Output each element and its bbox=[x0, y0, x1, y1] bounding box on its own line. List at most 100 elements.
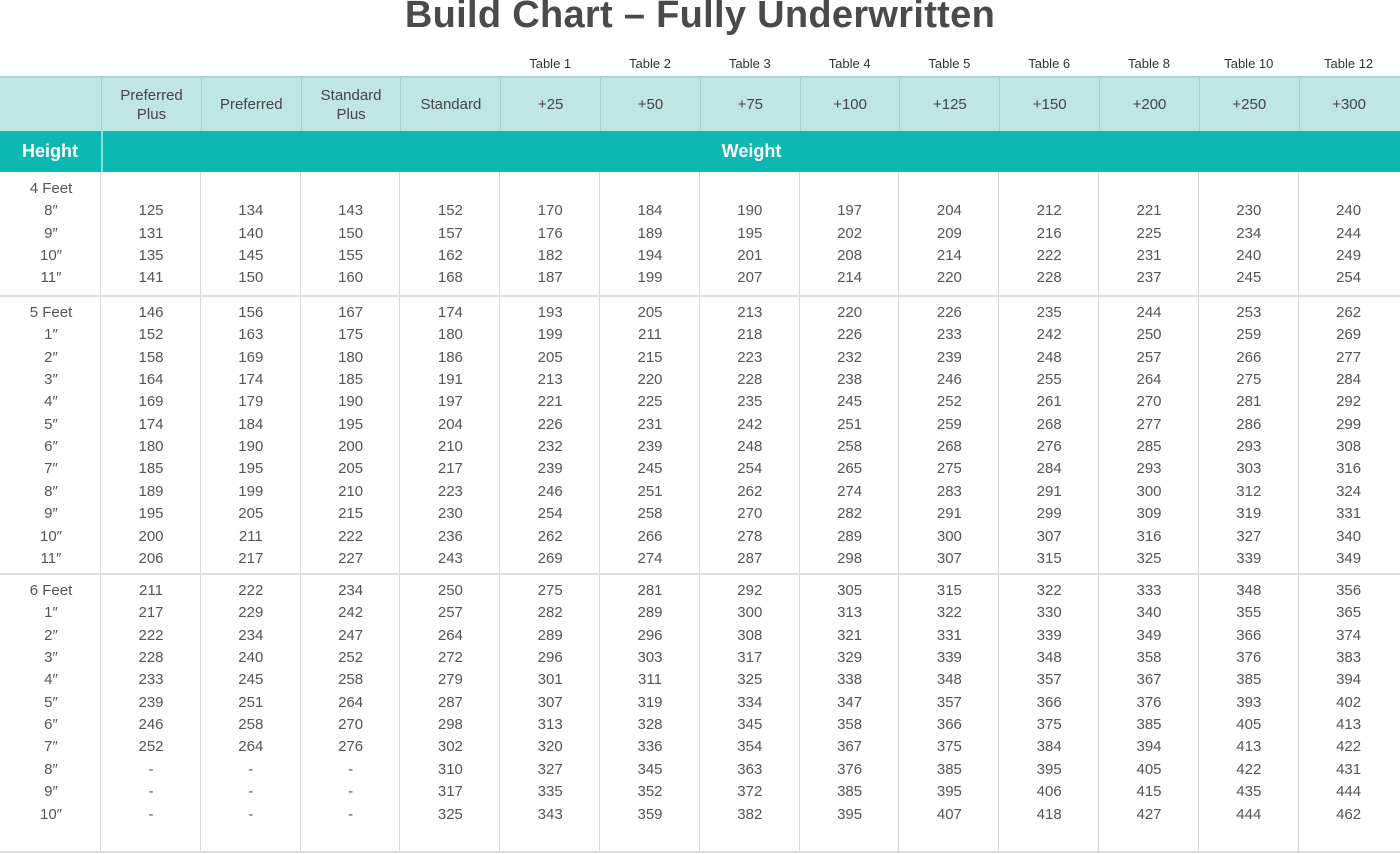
weight-cell: 174 bbox=[437, 304, 463, 321]
height-inches-label: 7″ bbox=[44, 738, 58, 756]
weight-cell: 376 bbox=[837, 760, 863, 778]
table-label: Table 1 bbox=[529, 56, 572, 71]
weight-cell: 220 bbox=[637, 371, 663, 389]
height-column-header: Height bbox=[22, 141, 78, 161]
weight-cell: 222 bbox=[138, 626, 164, 644]
category-header: +300 bbox=[1298, 78, 1399, 131]
weight-cell: 248 bbox=[737, 438, 763, 456]
height-inches-label: 8″ bbox=[44, 202, 58, 220]
weight-cell: 348 bbox=[1036, 649, 1062, 667]
weight-cell: 289 bbox=[837, 527, 863, 545]
weight-cell: - bbox=[348, 783, 354, 801]
weight-cell: 228 bbox=[737, 371, 763, 389]
weight-cell: 234 bbox=[1236, 224, 1262, 242]
weight-cell: 303 bbox=[637, 649, 663, 667]
weight-cell: 204 bbox=[936, 202, 962, 220]
weight-cell: 215 bbox=[637, 348, 663, 366]
weight-cell: 205 bbox=[637, 304, 663, 321]
weight-cell: 209 bbox=[936, 224, 962, 242]
weight-cell: 216 bbox=[1036, 224, 1062, 242]
weight-cell: 226 bbox=[936, 304, 962, 321]
weight-cell: 233 bbox=[936, 326, 962, 344]
weight-cell: 215 bbox=[338, 505, 364, 523]
height-inches-label: 3″ bbox=[44, 649, 58, 667]
weight-cell: 281 bbox=[637, 582, 663, 599]
weight-cell: 168 bbox=[437, 269, 463, 287]
weight-cell: 285 bbox=[1136, 438, 1162, 456]
weight-cell: 217 bbox=[437, 460, 463, 478]
category-header-row: Preferred Plus Preferred Standard Plus Standa… bbox=[0, 76, 1400, 131]
weight-cell: 266 bbox=[637, 527, 663, 545]
weight-cell: 239 bbox=[138, 693, 164, 711]
height-inches-label: 9″ bbox=[44, 505, 58, 523]
weight-cell: 174 bbox=[138, 415, 164, 433]
category-header: Standard Plus bbox=[300, 78, 401, 131]
weight-cell: 200 bbox=[138, 527, 164, 545]
weight-cell: 145 bbox=[238, 247, 264, 265]
weight-cell: 270 bbox=[338, 716, 364, 734]
weight-cell: 355 bbox=[1236, 604, 1262, 622]
table-rating-labels: Table 1 Table 2 Table 3 Table 4 Table 5 Table… bbox=[0, 56, 1400, 76]
weight-cell: 352 bbox=[637, 783, 663, 801]
weight-cell: 247 bbox=[338, 626, 364, 644]
height-inches-label: 10″ bbox=[40, 247, 62, 265]
weight-cell: 158 bbox=[138, 348, 164, 366]
weight-cell: 240 bbox=[1336, 202, 1362, 220]
weight-cell: 363 bbox=[737, 760, 763, 778]
weight-cell: 221 bbox=[537, 393, 563, 411]
weight-cell: 231 bbox=[637, 415, 663, 433]
weight-cell: 146 bbox=[138, 304, 164, 321]
weight-cell: 204 bbox=[437, 415, 463, 433]
weight-cell: 222 bbox=[338, 527, 364, 545]
weight-cell: 210 bbox=[437, 438, 463, 456]
height-inches-label: 6″ bbox=[44, 438, 58, 456]
weight-cell: 317 bbox=[737, 649, 763, 667]
weight-cell: 376 bbox=[1136, 693, 1162, 711]
weight-cell: 444 bbox=[1336, 783, 1362, 801]
weight-cell: 258 bbox=[637, 505, 663, 523]
weight-cell: 402 bbox=[1336, 693, 1362, 711]
table-label: Table 10 bbox=[1224, 56, 1274, 71]
weight-cell: 286 bbox=[1236, 415, 1262, 433]
weight-cell: 338 bbox=[837, 671, 863, 689]
weight-cell: 164 bbox=[138, 371, 164, 389]
height-inches-label: 2″ bbox=[44, 626, 58, 644]
weight-cell: 340 bbox=[1336, 527, 1362, 545]
weight-cell: 322 bbox=[936, 604, 962, 622]
weight-cell: 194 bbox=[637, 247, 663, 265]
weight-cell: 156 bbox=[238, 304, 264, 321]
height-inches-label: 11″ bbox=[40, 549, 62, 567]
weight-cell: 277 bbox=[1136, 415, 1162, 433]
weight-cell: 257 bbox=[1136, 348, 1162, 366]
category-header: +125 bbox=[899, 78, 999, 131]
weight-cell: 305 bbox=[837, 582, 863, 599]
weight-cell: 276 bbox=[1036, 438, 1062, 456]
weight-cell: 415 bbox=[1136, 783, 1162, 801]
weight-cell: 245 bbox=[837, 393, 863, 411]
weight-cell: 235 bbox=[1036, 304, 1062, 321]
height-inches-label: 1″ bbox=[44, 604, 58, 622]
weight-cell: 336 bbox=[637, 738, 663, 756]
weight-cell: 242 bbox=[737, 415, 763, 433]
category-header: Standard bbox=[400, 78, 500, 131]
weight-cell: 357 bbox=[936, 693, 962, 711]
weight-cell: 246 bbox=[138, 716, 164, 734]
weight-cell: 245 bbox=[637, 460, 663, 478]
weight-cell: 143 bbox=[338, 202, 364, 220]
weight-cell: 240 bbox=[1236, 247, 1262, 265]
weight-cell: 222 bbox=[1036, 247, 1062, 265]
height-feet-label: 4 Feet bbox=[29, 180, 73, 197]
weight-cell: 170 bbox=[537, 202, 563, 220]
weight-cell: 221 bbox=[1136, 202, 1162, 220]
weight-cell: 205 bbox=[238, 505, 264, 523]
weight-cell: 199 bbox=[637, 269, 663, 287]
weight-cell: 242 bbox=[1036, 326, 1062, 344]
weight-cell: 223 bbox=[737, 348, 763, 366]
weight-cell: 195 bbox=[737, 224, 763, 242]
height-feet-label: 5 Feet bbox=[29, 304, 73, 321]
height-inches-label: 6″ bbox=[44, 716, 58, 734]
weight-cell: 345 bbox=[637, 760, 663, 778]
weight-cell: 189 bbox=[138, 482, 164, 500]
weight-cell: 261 bbox=[1036, 393, 1062, 411]
weight-cell: 226 bbox=[837, 326, 863, 344]
